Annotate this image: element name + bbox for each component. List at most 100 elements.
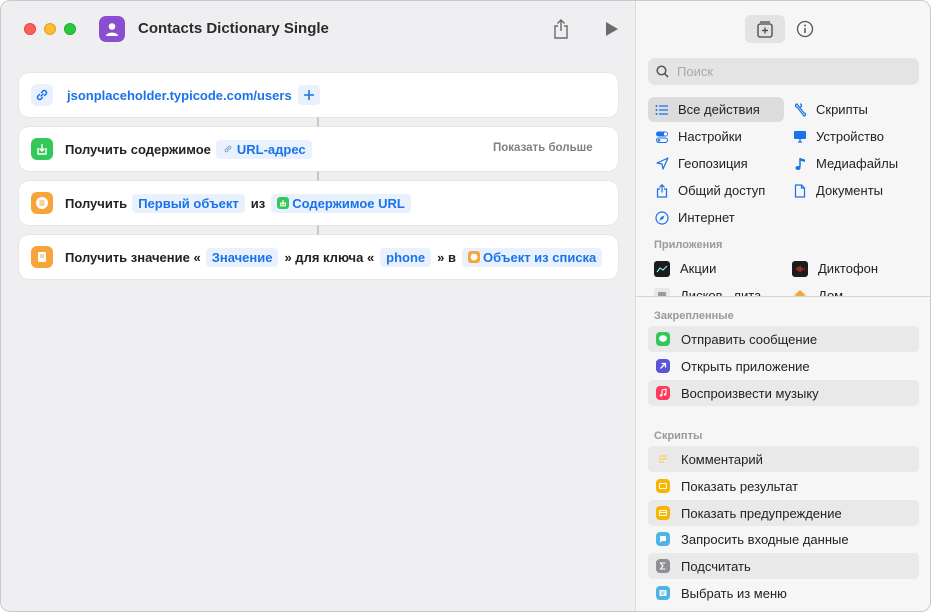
list-icon [468,251,481,263]
category-settings[interactable]: Настройки [648,124,784,149]
script-show-result[interactable]: Показать результат [648,473,919,499]
music-note-icon [792,156,808,172]
action-connector [317,171,319,181]
info-icon [796,20,814,38]
list-item-token[interactable]: Объект из списка [462,247,603,267]
pinned-open-app[interactable]: Открыть приложение [648,353,919,379]
app-label: Диктофон [818,261,879,276]
editor-pane: Contacts Dictionary Single jsonplacehold… [1,1,635,611]
category-label: Общий доступ [678,183,766,198]
script-choose-from-menu[interactable]: Выбрать из меню [648,580,919,606]
item-label: Отправить сообщение [681,331,818,347]
script-ask-input[interactable]: Запросить входные данные [648,526,919,552]
window-controls [24,23,76,35]
script-show-alert[interactable]: Показать предупреждение [648,500,919,526]
item-label: Комментарий [681,451,763,467]
messages-icon [656,332,670,346]
category-internet[interactable]: Интернет [648,205,784,230]
item-label: Показать предупреждение [681,505,842,521]
source-token[interactable]: Содержимое URL [271,193,411,213]
category-media[interactable]: Медиафайлы [786,151,922,176]
play-icon [606,22,618,36]
scripts-section-header: Скрипты [654,430,703,442]
list-item-label: Объект из списка [483,249,597,265]
get-value-action[interactable]: Получить значение « Значение » для ключа… [19,235,618,279]
comment-icon [656,452,670,466]
toggle-icon [654,129,670,145]
voice-memos-icon [792,260,808,277]
action-label: Получить значение « [65,249,201,265]
shortcut-title[interactable]: Contacts Dictionary Single [138,20,329,37]
url-value[interactable]: jsonplaceholder.typicode.com/users [67,88,292,103]
category-label: Документы [816,183,884,198]
pane-divider[interactable] [636,296,930,297]
add-url-button[interactable] [297,85,320,105]
value-param-token[interactable]: Значение [205,247,279,267]
script-count[interactable]: Подсчитать [648,553,919,579]
pinned-send-message[interactable]: Отправить сообщение [648,326,919,352]
share-button[interactable] [550,17,572,41]
category-label: Геопозиция [678,156,748,171]
url-param-token[interactable]: URL-адрес [215,139,312,159]
app-label: Акции [680,261,717,276]
action-library-sidebar: Все действия Настройки Геопозиция Общий … [635,1,930,611]
disk-utility-icon [654,287,670,296]
get-item-action[interactable]: Получить Первый объект из Содержимое URL [19,181,618,225]
category-all-actions[interactable]: Все действия [648,97,784,122]
category-label: Интернет [678,210,735,225]
library-tab-button[interactable] [745,15,785,43]
item-param-token[interactable]: Первый объект [132,193,245,213]
app-stocks[interactable]: Акции [648,256,784,281]
category-scripting[interactable]: Скрипты [786,97,922,122]
zoom-window-button[interactable] [64,23,76,35]
shortcuts-window: Contacts Dictionary Single jsonplacehold… [0,0,931,612]
item-label: Выбрать из меню [681,585,787,601]
action-label: Получить [65,195,128,211]
show-more-button[interactable]: Показать больше [493,142,593,154]
category-label: Устройство [816,129,885,144]
alert-icon [656,506,670,520]
script-comment[interactable]: Комментарий [648,446,919,472]
app-voice-memos[interactable]: Диктофон [786,256,922,281]
url-param-label: URL-адрес [236,141,306,157]
app-home[interactable]: Дом [786,283,922,296]
compass-icon [654,210,670,226]
location-arrow-icon [654,156,670,172]
app-disk-utility[interactable]: Дисков...лита [648,283,784,296]
search-field[interactable] [648,58,919,85]
pinned-play-music[interactable]: Воспроизвести музыку [648,380,919,406]
music-icon [656,386,670,400]
ask-input-icon [656,532,670,546]
home-icon [792,288,808,296]
in-label: » в [437,249,457,265]
download-icon [277,197,290,209]
details-tab-button[interactable] [794,18,816,40]
show-result-icon [656,479,670,493]
action-connector [317,117,319,127]
download-icon [31,138,53,160]
run-button[interactable] [602,19,622,39]
action-label: Получить содержимое [65,141,211,157]
action-connector [317,225,319,235]
search-icon [656,65,669,78]
plus-icon [303,90,314,100]
scroll-icon [792,102,808,118]
get-contents-action[interactable]: Получить содержимое URL-адрес Показать б… [19,127,618,171]
category-label: Медиафайлы [816,156,899,171]
sigma-icon [656,559,670,573]
category-documents[interactable]: Документы [786,178,922,203]
close-window-button[interactable] [24,23,36,35]
key-token[interactable]: phone [380,247,432,267]
minimize-window-button[interactable] [44,23,56,35]
search-input[interactable] [677,64,897,79]
url-action[interactable]: jsonplaceholder.typicode.com/users [19,73,618,117]
category-device[interactable]: Устройство [786,124,922,149]
category-location[interactable]: Геопозиция [648,151,784,176]
item-label: Открыть приложение [681,358,810,374]
shortcut-icon[interactable] [99,16,125,42]
dictionary-icon [31,246,53,268]
key-label: » для ключа « [284,249,375,265]
share-icon [654,183,670,199]
item-label: Запросить входные данные [681,531,849,547]
category-sharing[interactable]: Общий доступ [648,178,784,203]
